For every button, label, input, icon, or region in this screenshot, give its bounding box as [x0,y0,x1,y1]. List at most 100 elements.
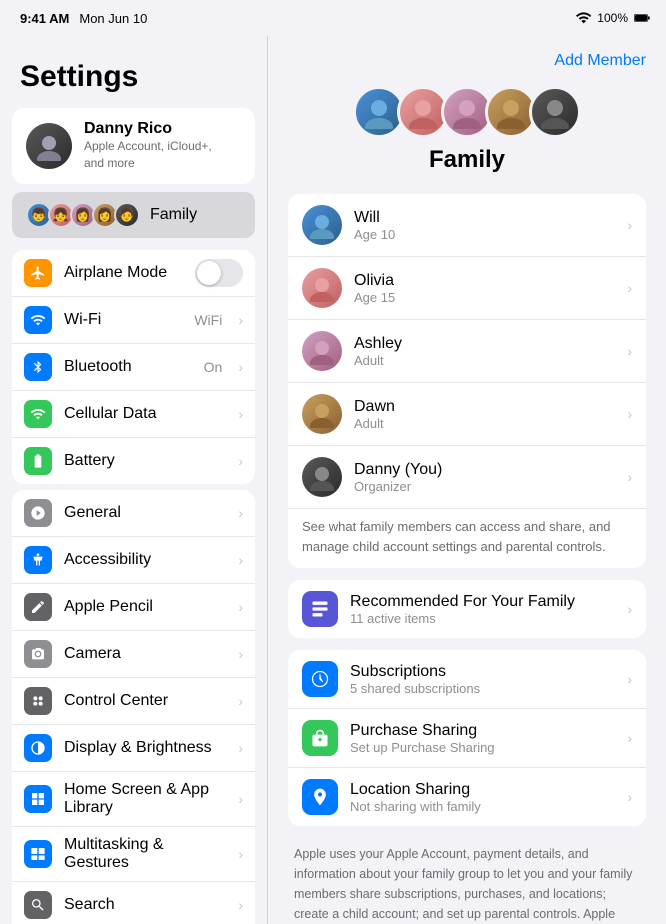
member-name-will: Will [354,209,395,227]
location-sharing-info: Location Sharing Not sharing with family [350,781,481,814]
control-center-chevron: › [238,693,243,709]
subscriptions-sub: 5 shared subscriptions [350,681,480,696]
bluetooth-value: On [204,359,223,375]
search-chevron: › [238,897,243,913]
home-screen-icon [24,785,52,813]
wifi-label: Wi-Fi [64,311,182,329]
account-name: Danny Rico [84,120,212,138]
member-row-olivia[interactable]: Olivia Age 15 › [288,257,646,320]
member-row-will[interactable]: Will Age 10 › [288,194,646,257]
sidebar-item-bluetooth[interactable]: Bluetooth On › [12,344,255,391]
member-name-danny: Danny (You) [354,461,442,479]
subscriptions-row[interactable]: Subscriptions 5 shared subscriptions › [288,650,646,709]
member-age-danny: Organizer [354,479,442,494]
family-header-avatars [353,86,581,138]
recommended-row[interactable]: Recommended For Your Family 11 active it… [288,580,646,638]
camera-label: Camera [64,645,226,663]
danny-chevron: › [627,469,632,485]
member-avatar-will [302,205,342,245]
airplane-mode-icon [24,259,52,287]
sidebar-item-general[interactable]: General › [12,490,255,537]
settings-title: Settings [0,52,267,108]
member-info-dawn: Dawn Adult [354,398,395,431]
disclaimer-body: Apple uses your Apple Account, payment d… [294,847,632,924]
right-panel: Add Member Family [268,36,666,924]
wifi-value: WiFi [194,312,222,328]
sidebar-item-multitasking[interactable]: Multitasking & Gestures › [12,827,255,882]
sidebar-item-control-center[interactable]: Control Center › [12,678,255,725]
sidebar-item-family[interactable]: 👦 👧 👩 👩 🧑 Family [12,192,255,238]
recommended-icon [302,591,338,627]
status-date: Mon Jun 10 [79,11,147,26]
main-layout: Settings Danny Rico Apple Account, iClou… [0,36,666,924]
family-title: Family [429,146,505,174]
member-info-will: Will Age 10 [354,209,395,242]
family-header: Family [288,86,646,174]
status-bar: 9:41 AM Mon Jun 10 100% [0,0,666,36]
subscriptions-info: Subscriptions 5 shared subscriptions [350,663,480,696]
disclaimer-text: Apple uses your Apple Account, payment d… [288,838,646,924]
general-chevron: › [238,505,243,521]
purchase-sharing-row[interactable]: Purchase Sharing Set up Purchase Sharing… [288,709,646,768]
display-label: Display & Brightness [64,739,226,757]
camera-chevron: › [238,646,243,662]
battery-chevron: › [238,453,243,469]
control-center-icon [24,687,52,715]
account-info: Danny Rico Apple Account, iCloud+,and mo… [84,120,212,172]
accessibility-icon [24,546,52,574]
family-mini-avatar-danny: 🧑 [114,202,140,228]
family-header-avatar-danny [529,86,581,138]
add-member-button[interactable]: Add Member [554,52,646,70]
location-sharing-title: Location Sharing [350,781,481,799]
sidebar-item-battery[interactable]: Battery › [12,438,255,484]
member-row-dawn[interactable]: Dawn Adult › [288,383,646,446]
battery-settings-icon [24,447,52,475]
status-time: 9:41 AM [20,11,69,26]
home-screen-label: Home Screen & App Library [64,781,226,817]
purchase-sharing-sub: Set up Purchase Sharing [350,740,495,755]
camera-icon [24,640,52,668]
cellular-chevron: › [238,406,243,422]
member-name-ashley: Ashley [354,335,402,353]
multitasking-chevron: › [238,846,243,862]
member-info-olivia: Olivia Age 15 [354,272,395,305]
member-age-dawn: Adult [354,416,395,431]
sidebar-item-apple-pencil[interactable]: Apple Pencil › [12,584,255,631]
bluetooth-chevron: › [238,359,243,375]
recommended-title: Recommended For Your Family [350,593,575,611]
member-avatar-danny [302,457,342,497]
sidebar-item-cellular[interactable]: Cellular Data › [12,391,255,438]
apple-pencil-icon [24,593,52,621]
airplane-mode-toggle[interactable] [195,259,243,287]
sharing-card: Subscriptions 5 shared subscriptions › P… [288,650,646,826]
location-sharing-icon [302,779,338,815]
accessibility-label: Accessibility [64,551,226,569]
general-icon [24,499,52,527]
location-sharing-sub: Not sharing with family [350,799,481,814]
member-row-ashley[interactable]: Ashley Adult › [288,320,646,383]
account-card[interactable]: Danny Rico Apple Account, iCloud+,and mo… [12,108,255,184]
recommended-sub: 11 active items [350,611,575,626]
family-mini-avatars: 👦 👧 👩 👩 🧑 [26,202,140,228]
member-avatar-olivia [302,268,342,308]
sidebar-item-wifi[interactable]: Wi-Fi WiFi › [12,297,255,344]
cellular-icon [24,400,52,428]
sidebar-item-home-screen[interactable]: Home Screen & App Library › [12,772,255,827]
sidebar-item-camera[interactable]: Camera › [12,631,255,678]
purchase-sharing-info: Purchase Sharing Set up Purchase Sharing [350,722,495,755]
member-age-will: Age 10 [354,227,395,242]
account-sub: Apple Account, iCloud+,and more [84,138,212,172]
multitasking-icon [24,840,52,868]
member-row-danny[interactable]: Danny (You) Organizer › [288,446,646,509]
battery-icon [634,10,650,26]
subscriptions-title: Subscriptions [350,663,480,681]
sidebar-item-accessibility[interactable]: Accessibility › [12,537,255,584]
sidebar-item-search[interactable]: Search › [12,882,255,924]
member-age-olivia: Age 15 [354,290,395,305]
sidebar: Settings Danny Rico Apple Account, iClou… [0,36,268,924]
sidebar-item-display[interactable]: Display & Brightness › [12,725,255,772]
location-sharing-chevron: › [627,789,632,805]
sidebar-item-airplane-mode[interactable]: Airplane Mode [12,250,255,297]
location-sharing-row[interactable]: Location Sharing Not sharing with family… [288,768,646,826]
recommended-info: Recommended For Your Family 11 active it… [350,593,575,626]
